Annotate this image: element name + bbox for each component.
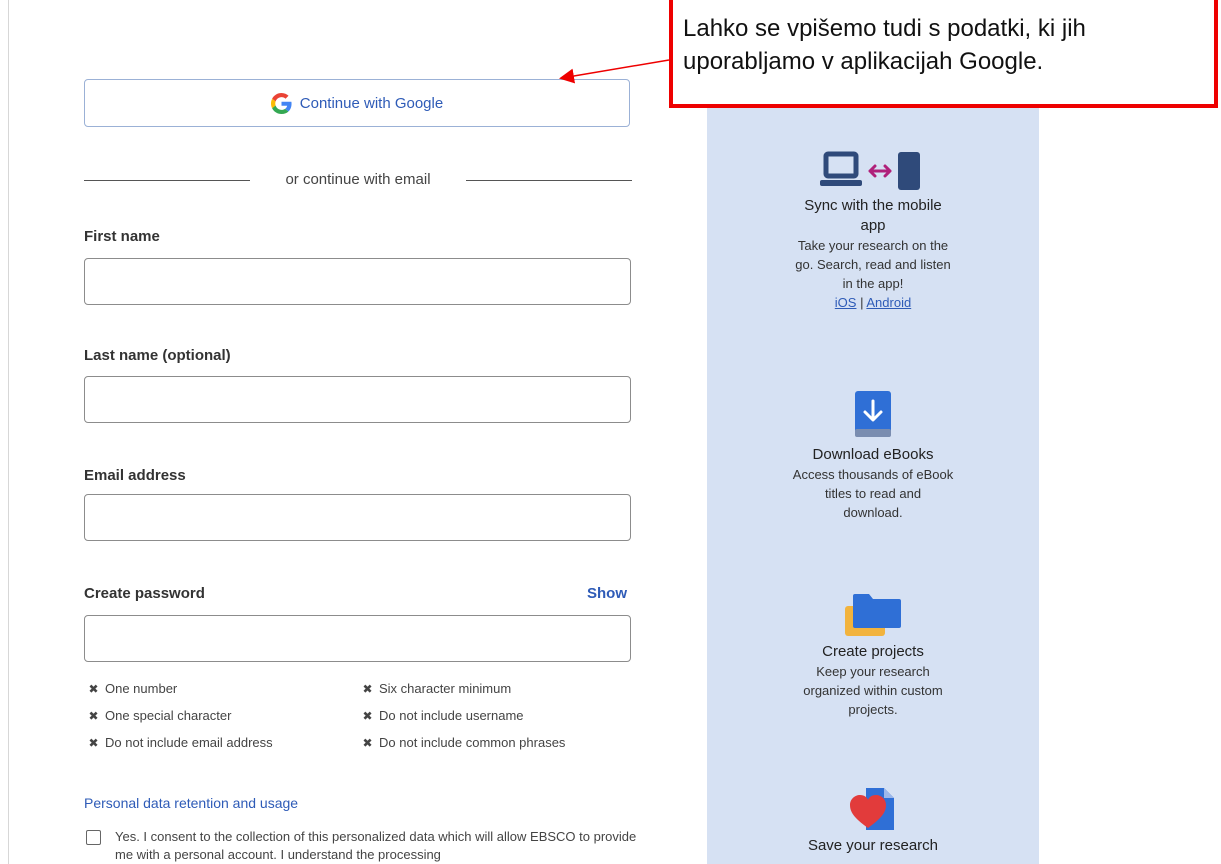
feature-save-title: Save your research [807, 837, 939, 854]
email-input[interactable] [84, 494, 631, 541]
x-icon: ✖ [88, 735, 99, 750]
continue-with-google-button[interactable]: Continue with Google [84, 79, 630, 127]
consent-text: Yes. I consent to the collection of this… [115, 829, 637, 862]
x-icon: ✖ [362, 681, 373, 696]
x-icon: ✖ [88, 681, 99, 696]
annotation-callout-box: Lahko se vpišemo tudi s podatki, ki jih … [669, 0, 1218, 108]
divider-line-right [466, 180, 632, 181]
feature-projects-desc: Keep your research organized within cust… [803, 664, 943, 717]
feature-sync-mobile: Sync with the mobile app Take your resea… [707, 150, 1039, 312]
feature-download-ebooks: Download eBooks Access thousands of eBoo… [707, 389, 1039, 522]
download-ebook-icon [855, 391, 891, 437]
password-requirement: ✖ One number [88, 681, 178, 696]
feature-create-projects: Create projects Keep your research organ… [707, 588, 1039, 719]
email-label: Email address [84, 467, 186, 484]
email-divider: or continue with email [84, 170, 632, 190]
google-button-label: Continue with Google [299, 94, 444, 112]
link-separator: | [860, 295, 864, 310]
first-name-input[interactable] [84, 258, 631, 305]
password-requirement: ✖ Do not include username [362, 708, 524, 723]
first-name-label: First name [84, 228, 160, 245]
password-requirement: ✖ Do not include email address [88, 735, 273, 750]
feature-ebooks-title: Download eBooks [812, 446, 934, 463]
password-input[interactable] [84, 615, 631, 662]
heart-document-icon [850, 788, 894, 830]
show-password-toggle[interactable]: Show [587, 585, 627, 602]
app-store-links: iOS | Android [707, 293, 1039, 312]
password-label: Create password [84, 585, 205, 602]
password-requirement: ✖ Do not include common phrases [362, 735, 566, 750]
android-link[interactable]: Android [866, 295, 911, 310]
feature-save-research: Save your research [707, 786, 1039, 856]
laptop-phone-sync-icon [820, 151, 920, 190]
folder-icon [845, 594, 901, 636]
x-icon: ✖ [88, 708, 99, 723]
last-name-label: Last name (optional) [84, 347, 231, 364]
consent-checkbox[interactable] [86, 830, 101, 845]
left-border-line [8, 0, 9, 864]
google-logo-icon [270, 92, 292, 114]
last-name-input[interactable] [84, 376, 631, 423]
feature-projects-title: Create projects [822, 643, 924, 660]
feature-sync-desc: Take your research on the go. Search, re… [795, 238, 951, 291]
personal-data-retention-link[interactable]: Personal data retention and usage [84, 795, 298, 811]
ios-link[interactable]: iOS [835, 295, 857, 310]
callout-line-1: Lahko se vpišemo tudi s podatki, ki jih [683, 15, 1086, 42]
password-requirement: ✖ Six character minimum [362, 681, 512, 696]
features-promo-panel: Sync with the mobile app Take your resea… [707, 0, 1039, 864]
feature-sync-title: Sync with the mobile app [804, 197, 942, 234]
callout-line-2: uporabljamo v aplikacijah Google. [683, 48, 1044, 75]
feature-ebooks-desc: Access thousands of eBook titles to read… [792, 467, 954, 520]
password-requirement: ✖ One special character [88, 708, 232, 723]
x-icon: ✖ [362, 708, 373, 723]
x-icon: ✖ [362, 735, 373, 750]
